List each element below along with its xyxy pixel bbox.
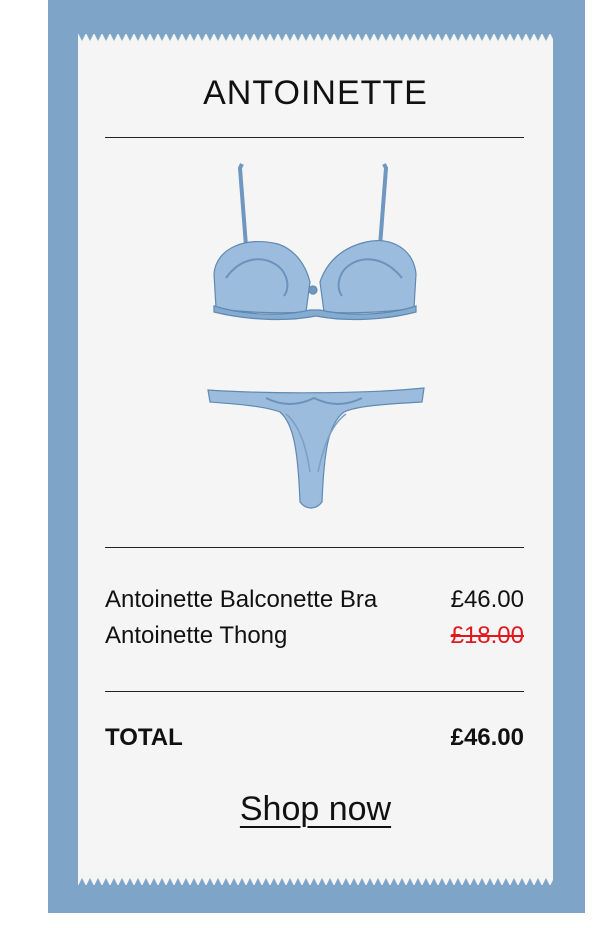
item-name: Antoinette Balconette Bra	[105, 586, 378, 613]
total-row: TOTAL £46.00	[105, 724, 524, 752]
receipt-bottom-edge	[78, 878, 553, 886]
shop-now-link[interactable]: Shop now	[240, 790, 391, 828]
bra-illustration	[213, 163, 417, 321]
shop-now-container: Shop now	[78, 790, 553, 829]
receipt-card: ANTOINETTE Antoinette Balconette Bra £46…	[78, 33, 553, 886]
item-price: £46.00	[450, 586, 524, 613]
list-item[interactable]: Antoinette Balconette Bra £46.00	[105, 582, 524, 618]
divider-bottom	[105, 691, 524, 692]
collection-title: ANTOINETTE	[203, 74, 428, 112]
list-item[interactable]: Antoinette Thong £18.00	[105, 618, 524, 654]
divider-middle	[105, 547, 524, 548]
product-image[interactable]	[206, 162, 426, 524]
item-name: Antoinette Thong	[105, 622, 288, 649]
thong-illustration	[207, 387, 425, 509]
total-value: £46.00	[450, 724, 524, 751]
total-label: TOTAL	[105, 724, 183, 751]
item-price-struck: £18.00	[450, 622, 524, 649]
divider-top	[105, 137, 524, 138]
receipt-top-edge	[78, 33, 553, 41]
item-list: Antoinette Balconette Bra £46.00 Antoine…	[105, 582, 524, 654]
